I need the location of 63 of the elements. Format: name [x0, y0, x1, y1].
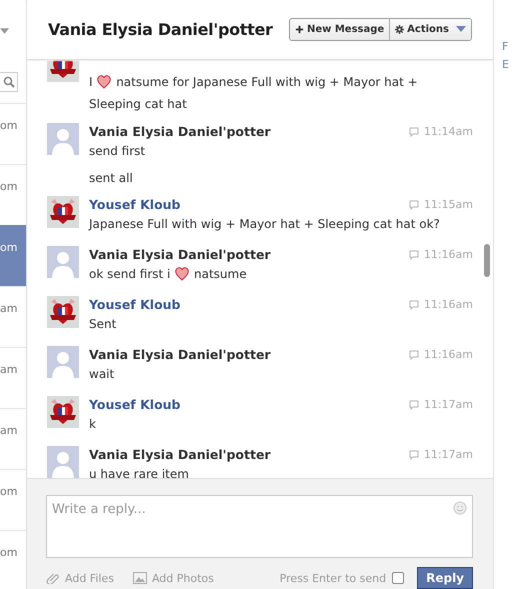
- message-text: ok send first i natsume: [89, 265, 248, 283]
- caret-icon: [0, 28, 9, 34]
- message-text: sent all: [89, 170, 134, 187]
- conversation-item[interactable]: am: [0, 408, 26, 469]
- speech-bubble-icon: [408, 250, 419, 260]
- message-text: wait: [89, 366, 116, 383]
- sender-name[interactable]: Vania Elysia Daniel'potter: [89, 247, 409, 262]
- heart-icon: [174, 266, 190, 281]
- message-time: 11:16am: [424, 298, 473, 311]
- message-text: u have rare item: [89, 466, 190, 478]
- message-time: 11:16am: [424, 248, 473, 261]
- conversation-item[interactable]: om: [0, 469, 26, 530]
- message-text: send first: [89, 143, 146, 160]
- photo-icon: [132, 572, 147, 584]
- reply-button[interactable]: Reply: [417, 567, 473, 589]
- speech-bubble-icon: [408, 350, 419, 360]
- caret-icon: [456, 26, 466, 32]
- message-time: 11:14am: [424, 125, 473, 138]
- add-files-link[interactable]: Add Files: [46, 572, 114, 584]
- sender-name[interactable]: Yousef Kloub: [89, 297, 409, 312]
- conversation-item[interactable]: om: [0, 530, 26, 589]
- side-link[interactable]: F: [502, 38, 515, 56]
- speech-bubble-icon: [408, 450, 419, 460]
- speech-bubble-icon: [408, 200, 419, 210]
- press-enter-label: Press Enter to send: [280, 572, 386, 584]
- message-time: 11:17am: [424, 448, 473, 461]
- actions-button[interactable]: Actions: [390, 18, 471, 40]
- sender-name[interactable]: Yousef Kloub: [89, 397, 409, 412]
- sender-name[interactable]: Vania Elysia Daniel'potter: [89, 447, 409, 462]
- conversation-item[interactable]: am: [0, 347, 26, 408]
- message-text: I natsume for Japanese Full with wig + Mayor hat + Sleeping cat hat: [89, 73, 419, 113]
- gear-icon: [395, 24, 404, 34]
- speech-bubble-icon: [408, 400, 419, 410]
- avatar-icon: [47, 246, 79, 278]
- message-text: Japanese Full with wig + Mayor hat + Sleeping cat hat ok?: [89, 216, 441, 233]
- new-message-button[interactable]: New Message: [290, 18, 390, 40]
- press-enter-checkbox[interactable]: [392, 572, 404, 584]
- conversation-title: Vania Elysia Daniel'potter: [48, 20, 273, 39]
- reply-field[interactable]: Write a reply...: [46, 495, 473, 558]
- plus-icon: [294, 24, 304, 34]
- conversation-item[interactable]: om: [0, 103, 26, 164]
- sender-name[interactable]: Vania Elysia Daniel'potter: [89, 347, 409, 362]
- avatar-icon: [47, 446, 79, 478]
- avatar-icon: [47, 123, 79, 155]
- avatar-icon: [47, 346, 79, 378]
- heart-icon: [96, 74, 112, 89]
- search-icon: [3, 76, 15, 88]
- message-time: 11:15am: [424, 198, 473, 211]
- sender-name[interactable]: Vania Elysia Daniel'potter: [89, 124, 409, 139]
- search-field[interactable]: [0, 72, 18, 92]
- speech-bubble-icon: [408, 300, 419, 310]
- message-text: k: [89, 416, 97, 433]
- message-time: 11:16am: [424, 348, 473, 361]
- scrollbar-thumb[interactable]: [484, 244, 490, 277]
- sender-name[interactable]: Yousef Kloub: [89, 197, 409, 212]
- add-photos-link[interactable]: Add Photos: [132, 572, 214, 584]
- paperclip-icon: [46, 572, 60, 584]
- side-link[interactable]: E: [502, 56, 515, 74]
- conversation-item[interactable]: am: [0, 286, 26, 347]
- message-text: Sent: [89, 316, 118, 333]
- conversation-item[interactable]: om: [0, 225, 26, 286]
- message-time: 11:17am: [424, 398, 473, 411]
- speech-bubble-icon: [408, 126, 419, 136]
